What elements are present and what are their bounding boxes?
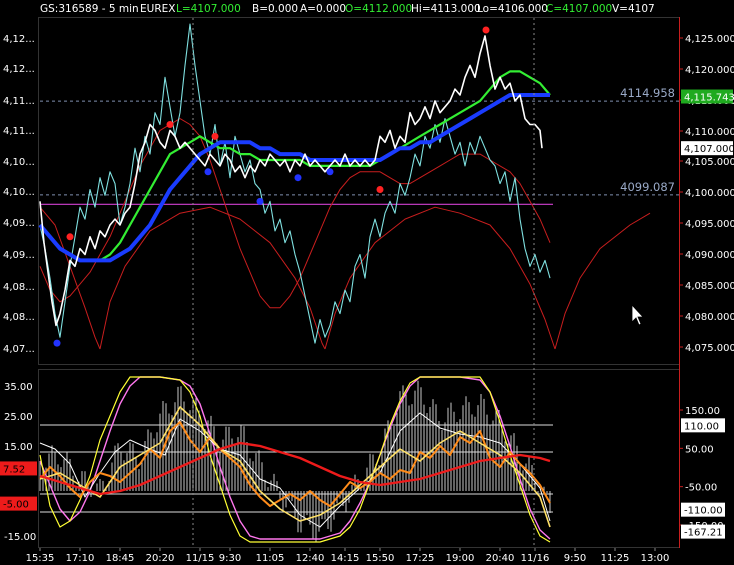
time-tick-label: 12:40 (296, 553, 325, 564)
price-left-tick-label: 4,12... (3, 64, 35, 75)
header-bar: GS:316589 - 5 min EUREX L=4107.000 B=0.0… (40, 3, 655, 15)
time-tick-label: 13:00 (641, 553, 670, 564)
time-tick-label: 19:00 (446, 553, 475, 564)
price-right-tick-label: 4,090.000 (685, 250, 734, 261)
price-right-tick-label: 4,095.000 (685, 219, 734, 230)
price-left-tick-label: 4,11... (3, 96, 35, 107)
price-left-tick-label: 4,08... (3, 312, 35, 323)
header-volume: V=4107 (612, 3, 655, 15)
oscillator-left-badge-label: 7.52 (3, 464, 25, 475)
header-open: O=4112.000 (345, 3, 412, 15)
time-tick-label: 11:25 (601, 553, 630, 564)
price-left-tick-label: 4,09... (3, 250, 35, 261)
blue-signal-dot (294, 174, 302, 182)
price-level-label: 4114.958 (620, 86, 675, 100)
header-low: Lo=4106.000 (477, 3, 548, 15)
chart-canvas: GS:316589 - 5 min EUREX L=4107.000 B=0.0… (0, 0, 734, 565)
price-badge-label: 4,107.000 (684, 144, 734, 155)
time-tick-label: 17:25 (406, 553, 435, 564)
price-left-tick-label: 4,07... (3, 344, 35, 355)
oscillator-left-badge-label: -5.00 (3, 500, 29, 511)
time-tick-label: 15:50 (366, 553, 395, 564)
red-signal-dot (166, 121, 174, 129)
time-tick-label: 11/15 (186, 553, 215, 564)
price-left-tick-label: 4,11... (3, 126, 35, 137)
oscillator-right-tick-label: 150.00 (685, 406, 720, 417)
price-right-tick-label: 4,080.000 (685, 312, 734, 323)
time-tick-label: 9:30 (219, 553, 241, 564)
time-tick-label: 15:35 (26, 553, 55, 564)
oscillator-right-badge-label: -110.00 (684, 506, 723, 517)
header-symbol: GS:316589 - 5 min (40, 3, 139, 15)
header-exchange: EUREX (140, 3, 175, 15)
price-right-tick-label: 4,085.000 (685, 281, 734, 292)
blue-signal-dot (204, 168, 212, 176)
price-right-tick-label: 4,075.000 (685, 343, 734, 354)
price-right-tick-label: 4,110.000 (685, 127, 734, 138)
header-bid: B=0.000 (252, 3, 298, 15)
oscillator-left-tick-label: 35.00 (4, 382, 33, 393)
oscillator-right-badge-label: 110.00 (684, 421, 719, 432)
price-right-tick-label: 4,105.000 (685, 157, 734, 168)
oscillator-left-tick-label: 15.00 (4, 442, 33, 453)
time-tick-label: 14:15 (331, 553, 360, 564)
oscillator-right-tick-label: -50.00 (685, 483, 717, 494)
time-tick-label: 9:50 (564, 553, 586, 564)
price-left-tick-label: 4,12... (3, 34, 35, 45)
price-left-tick-label: 4,08... (3, 282, 35, 293)
price-level-label: 4099.087 (620, 180, 675, 194)
time-tick-label: 20:40 (486, 553, 515, 564)
red-signal-dot (482, 26, 490, 34)
price-right-tick-label: 4,120.000 (685, 65, 734, 76)
oscillator-left-tick-label: 25.00 (4, 412, 33, 423)
header-close: C=4107.000 (546, 3, 612, 15)
oscillator-right-tick-label: 50.00 (685, 444, 714, 455)
price-badge-label: 4,115.743 (684, 93, 734, 104)
price-left-tick-label: 4,09... (3, 218, 35, 229)
red-signal-dot (376, 186, 384, 194)
time-tick-label: 11/16 (521, 553, 550, 564)
price-right-tick-label: 4,125.000 (685, 34, 734, 45)
blue-signal-dot (53, 339, 61, 347)
time-tick-label: 18:45 (106, 553, 135, 564)
header-ask: A=0.000 (300, 3, 346, 15)
header-last: L=4107.000 (176, 3, 241, 15)
time-tick-label: 11:05 (256, 553, 285, 564)
price-left-tick-label: 4,10... (3, 157, 35, 168)
time-tick-label: 17:10 (66, 553, 95, 564)
red-signal-dot (66, 233, 74, 241)
oscillator-left-tick-label: -15.00 (4, 532, 36, 543)
blue-signal-dot (326, 168, 334, 176)
price-right-tick-label: 4,100.000 (685, 188, 734, 199)
blue-signal-dot (256, 197, 264, 205)
price-left-tick-label: 4,10... (3, 187, 35, 198)
header-high: Hi=4113.000 (411, 3, 481, 15)
time-tick-label: 20:20 (146, 553, 175, 564)
oscillator-right-badge-label: -167.21 (684, 528, 723, 539)
red-signal-dot (211, 132, 219, 140)
